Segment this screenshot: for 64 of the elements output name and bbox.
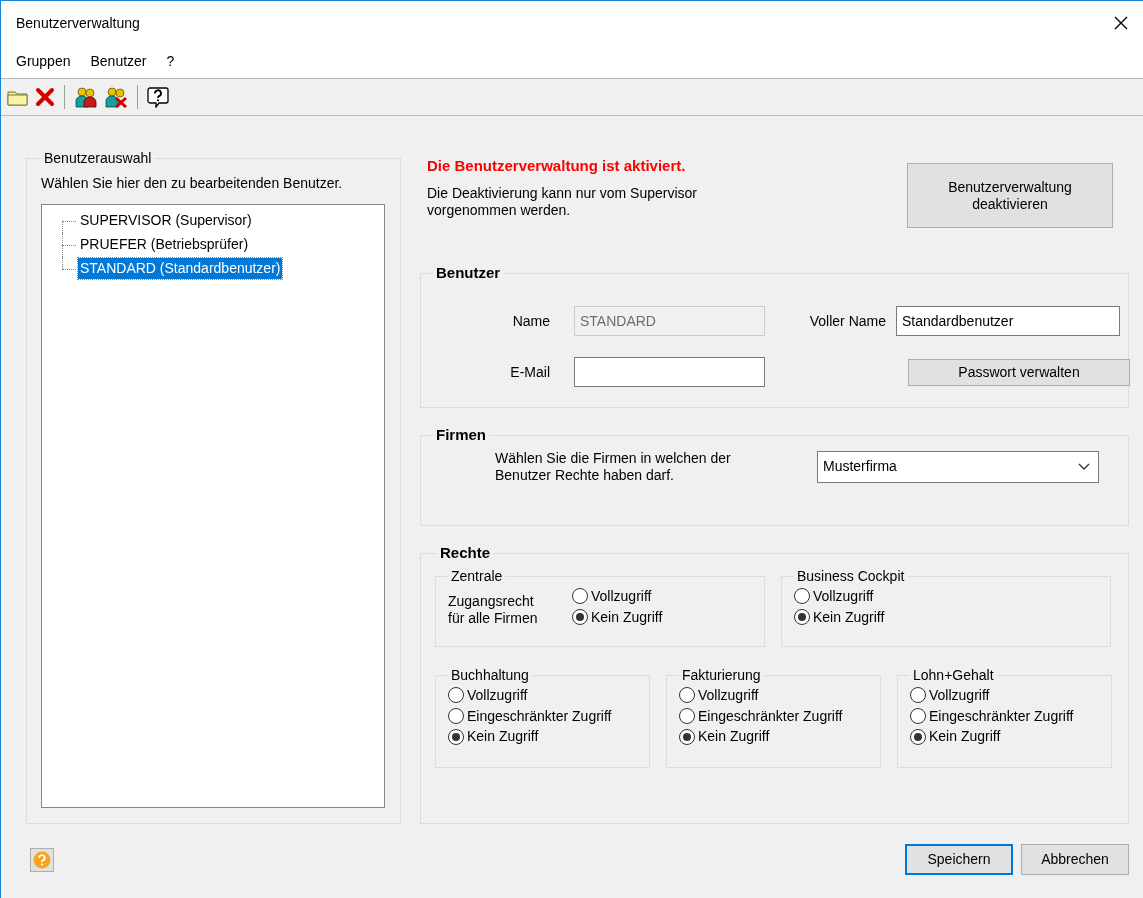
group-title: Benutzerauswahl [43, 150, 153, 167]
radio-button[interactable] [679, 708, 695, 724]
tree-item[interactable]: SUPERVISOR (Supervisor) [78, 210, 254, 231]
radio-option[interactable]: Kein Zugriff [794, 608, 1100, 626]
radio-button[interactable] [679, 728, 695, 745]
radio-option[interactable]: Vollzugriff [448, 686, 639, 704]
radio-button[interactable] [448, 728, 464, 745]
full-name-field[interactable]: Standardbenutzer [896, 306, 1120, 336]
group-title: Lohn+Gehalt [912, 667, 995, 684]
radio-option[interactable]: Eingeschränkter Zugriff [910, 707, 1101, 725]
tree-item[interactable]: STANDARD (Standardbenutzer) [78, 258, 283, 279]
radio-button[interactable] [572, 588, 588, 605]
chevron-down-icon [1078, 462, 1090, 471]
users-remove-icon[interactable] [104, 86, 128, 108]
field-label: Voller Name [808, 312, 886, 330]
tree-item[interactable]: PRUEFER (Betriebsprüfer) [78, 234, 251, 255]
radio-option[interactable]: Kein Zugriff [679, 728, 870, 746]
group-title: Buchhaltung [450, 667, 530, 684]
email-field[interactable] [574, 357, 765, 387]
radio-button[interactable] [794, 588, 810, 605]
radio-button[interactable] [448, 708, 464, 724]
radio-option[interactable]: Eingeschränkter Zugriff [679, 707, 870, 725]
radio-option[interactable]: Vollzugriff [910, 686, 1101, 704]
field-label: Name [511, 312, 550, 330]
group-title: Firmen [435, 426, 487, 444]
group-title: Business Cockpit [796, 568, 906, 585]
radio-option[interactable]: Kein Zugriff [572, 608, 663, 626]
window-title: Benutzerverwaltung [16, 14, 141, 32]
radio-button[interactable] [448, 687, 464, 704]
menu-item[interactable]: Benutzer [83, 51, 154, 72]
help-icon[interactable] [147, 86, 169, 108]
instruction-text: Wählen Sie hier den zu bearbeitenden Benutzer. [41, 174, 344, 192]
group-title: Fakturierung [681, 667, 762, 684]
radio-button[interactable] [679, 687, 695, 704]
status-message: Die Benutzerverwaltung ist aktiviert. [427, 157, 687, 175]
menu-item[interactable]: Gruppen [9, 51, 78, 72]
close-icon[interactable] [1113, 15, 1129, 31]
group-title: Benutzer [435, 264, 502, 282]
dialog-button[interactable]: Speichern [905, 844, 1013, 875]
dialog-button[interactable]: Abbrechen [1021, 844, 1129, 875]
name-field: STANDARD [574, 306, 765, 336]
company-dropdown[interactable]: Musterfirma [817, 450, 1099, 483]
radio-option[interactable]: Eingeschränkter Zugriff [448, 707, 639, 725]
radio-button[interactable] [910, 687, 926, 704]
users-icon[interactable] [74, 86, 98, 108]
radio-option[interactable]: Kein Zugriff [448, 728, 639, 746]
delete-icon[interactable] [35, 87, 55, 107]
radio-option[interactable]: Vollzugriff [794, 587, 1100, 605]
radio-option[interactable]: Kein Zugriff [910, 728, 1101, 746]
radio-option[interactable]: Vollzugriff [679, 686, 870, 704]
description-text: Zugangsrecht für alle Firmen [448, 592, 539, 627]
radio-button[interactable] [910, 728, 926, 745]
menu-item[interactable]: ? [159, 51, 182, 72]
info-text: Die Deaktivierung kann nur vom Supervisor vorgenommen werden. [427, 185, 698, 219]
instruction-text: Wählen Sie die Firmen in welchen der Benutzer Rechte haben darf. [495, 450, 732, 484]
radio-button[interactable] [910, 708, 926, 724]
group-title: Zentrale [450, 568, 504, 585]
radio-option[interactable]: Vollzugriff [572, 587, 663, 605]
radio-button[interactable] [572, 609, 588, 625]
deactivate-button[interactable]: Benutzerverwaltung deaktivieren [907, 163, 1113, 228]
password-button[interactable]: Passwort verwalten [908, 358, 1130, 386]
field-label: E-Mail [509, 363, 550, 381]
radio-button[interactable] [794, 609, 810, 625]
group-title: Rechte [439, 544, 492, 562]
